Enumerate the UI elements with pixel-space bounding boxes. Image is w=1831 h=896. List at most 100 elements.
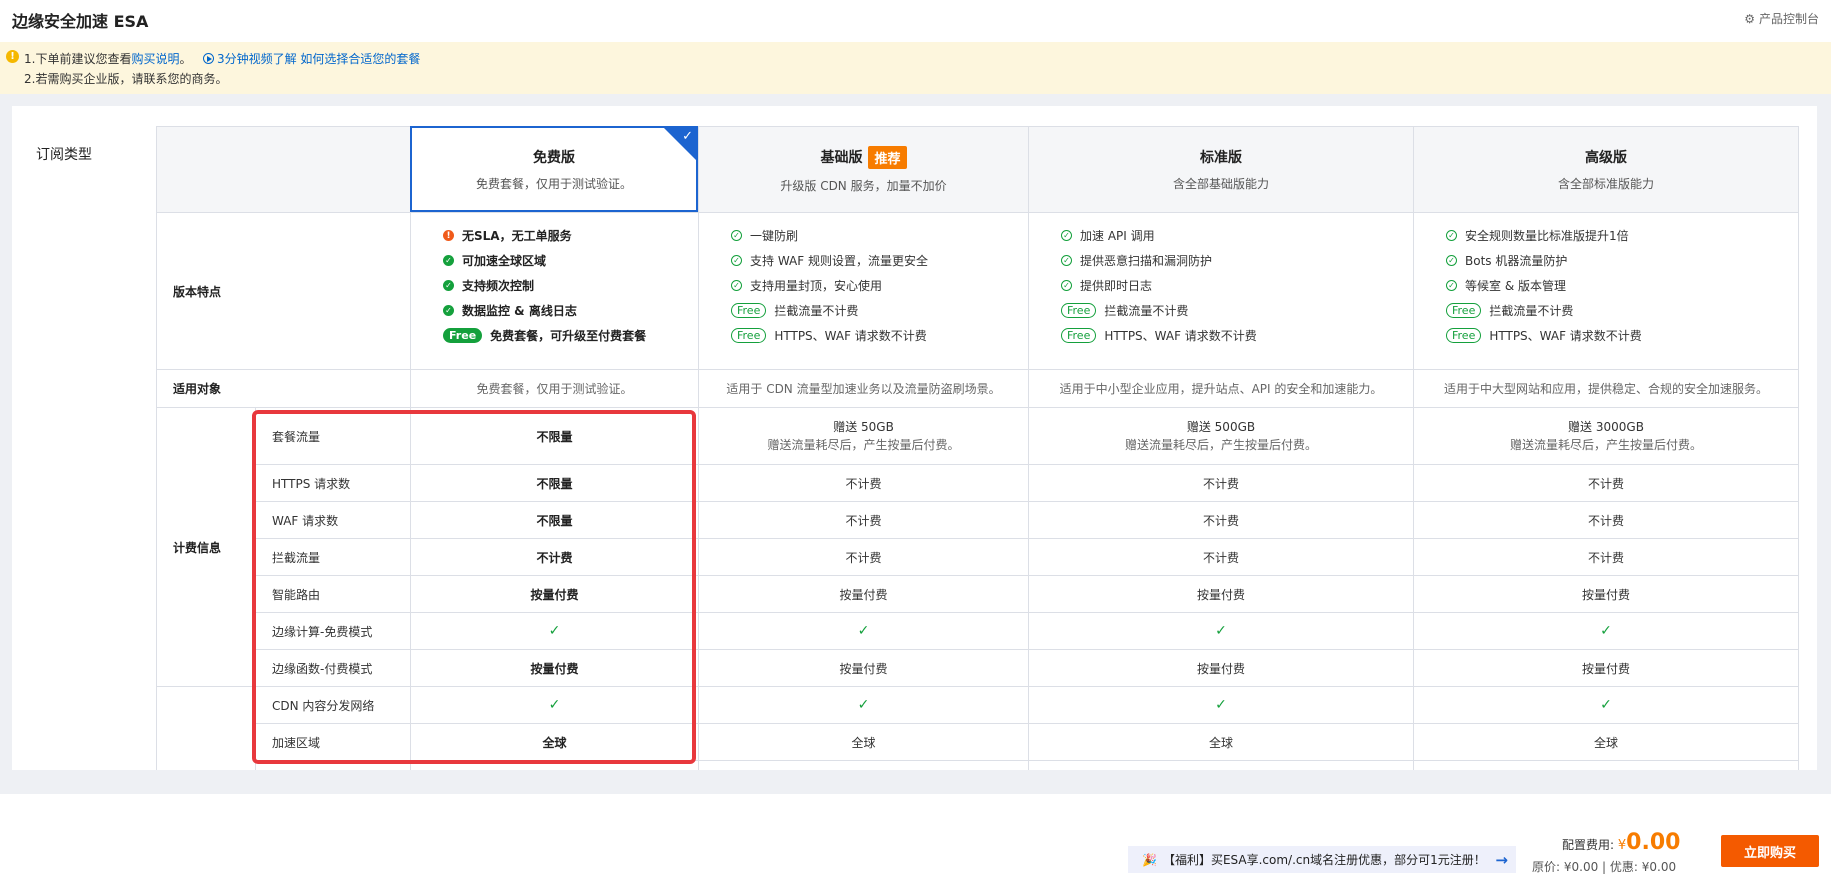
- video-link[interactable]: 3分钟视频了解 如何选择合适您的套餐: [202, 52, 421, 66]
- notice-line-1: 1.下单前建议您查看购买说明。 3分钟视频了解 如何选择合适您的套餐: [24, 50, 420, 67]
- feature-item: ✓ 提供恶意扫描和漏洞防护: [1061, 248, 1212, 273]
- billing-cell: 不计费: [1413, 464, 1799, 501]
- check-circle-icon: ✓: [1446, 255, 1457, 266]
- row-label-features: 版本特点: [156, 212, 410, 369]
- feature-item: Free 免费套餐，可升级至付费套餐: [443, 323, 646, 348]
- party-icon: 🎉: [1142, 852, 1157, 867]
- feature-item: ! 无SLA，无工单服务: [443, 223, 572, 248]
- check-circle-icon: ✓: [443, 305, 454, 316]
- row-label-network: [156, 686, 255, 770]
- feature-item: ✓ 安全规则数量比标准版提升1倍: [1446, 223, 1629, 248]
- feature-item: Free HTTPS、WAF 请求数不计费: [1446, 323, 1642, 348]
- top-bar: 边缘安全加速 ESA ⚙ 产品控制台: [0, 0, 1831, 40]
- check-circle-icon: ✓: [731, 280, 742, 291]
- check-icon: ✓: [682, 129, 693, 144]
- check-icon: ✓: [698, 612, 1028, 649]
- purchase-guide-link[interactable]: 购买说明: [131, 52, 179, 66]
- feature-cell: [1413, 760, 1799, 770]
- check-circle-icon: ✓: [731, 255, 742, 266]
- feature-cell: 全球: [1413, 723, 1799, 760]
- check-icon: ✓: [1028, 612, 1413, 649]
- free-tag: Free: [443, 328, 483, 343]
- feature-item: ✓ 提供即时日志: [1061, 273, 1152, 298]
- fee-amount: 0.00: [1626, 830, 1681, 855]
- original-price: 原价: ¥0.00 | 优惠: ¥0.00: [1532, 860, 1677, 874]
- plan-name: 基础版: [820, 150, 863, 166]
- free-tag: Free: [731, 303, 767, 318]
- billing-cell: 赠送 500GB 赠送流量耗尽后，产生按量后付费。: [1028, 407, 1413, 464]
- billing-cell: 不计费: [1028, 538, 1413, 575]
- notice-banner: ! 1.下单前建议您查看购买说明。 3分钟视频了解 如何选择合适您的套餐 2.若…: [0, 42, 1831, 94]
- plan-card-premium[interactable]: 高级版 含全部标准版能力: [1413, 126, 1799, 212]
- audience-cell: 免费套餐，仅用于测试验证。: [410, 369, 698, 407]
- check-circle-icon: ✓: [731, 230, 742, 241]
- billing-cell: 按量付费: [698, 649, 1028, 686]
- features-standard: ✓ 加速 API 调用 ✓ 提供恶意扫描和漏洞防护 ✓ 提供即时日志 Free 拦截流量…: [1028, 212, 1413, 369]
- console-link-label: 产品控制台: [1758, 12, 1819, 26]
- audience-cell: 适用于中小型企业应用，提升站点、API 的安全和加速能力。: [1028, 369, 1413, 407]
- check-circle-icon: ✓: [443, 255, 454, 266]
- billing-cell: 按量付费: [1413, 649, 1799, 686]
- free-tag: Free: [1061, 303, 1097, 318]
- video-link-label: 3分钟视频了解 如何选择合适您的套餐: [216, 52, 421, 66]
- free-tag: Free: [1446, 328, 1482, 343]
- notice-text: 1.下单前建议您查看: [24, 52, 132, 66]
- billing-cell: 按量付费: [1028, 649, 1413, 686]
- feature-item: ✓ 支持用量封顶，安心使用: [731, 273, 882, 298]
- alert-icon: !: [443, 230, 454, 241]
- row-label-billing: 计费信息: [156, 407, 255, 686]
- warning-icon: !: [6, 50, 19, 63]
- billing-cell: 赠送 50GB 赠送流量耗尽后，产生按量后付费。: [698, 407, 1028, 464]
- billing-cell: 不计费: [1028, 501, 1413, 538]
- free-tag: Free: [1446, 303, 1482, 318]
- promo-banner[interactable]: 🎉 【福利】买ESA享.com/.cn域名注册优惠，部分可1元注册！ →: [1128, 846, 1516, 873]
- check-icon: ✓: [698, 686, 1028, 723]
- feature-item: Free 拦截流量不计费: [1446, 298, 1573, 323]
- arrow-right-icon: →: [1495, 850, 1508, 869]
- feature-item: ✓ 可加速全球区域: [443, 248, 546, 273]
- feature-item: ✓ 等候室 & 版本管理: [1446, 273, 1566, 298]
- feature-item: ✓ 支持频次控制: [443, 273, 534, 298]
- free-tag: Free: [1061, 328, 1097, 343]
- feature-item: ✓ Bots 机器流量防护: [1446, 248, 1567, 273]
- feature-cell: 全球: [698, 723, 1028, 760]
- plan-desc: 免费套餐，仅用于测试验证。: [475, 176, 632, 191]
- plan-card-free[interactable]: ✓ 免费版 免费套餐，仅用于测试验证。: [410, 126, 698, 212]
- subscription-type-label: 订阅类型: [36, 147, 92, 163]
- plan-desc: 含全部基础版能力: [1172, 177, 1269, 191]
- feature-cell: [698, 760, 1028, 770]
- features-free: ! 无SLA，无工单服务 ✓ 可加速全球区域 ✓ 支持频次控制 ✓ 数据监控 & 离线日…: [410, 212, 698, 369]
- billing-cell: 不计费: [698, 464, 1028, 501]
- notice-line-2: 2.若需购买企业版，请联系您的商务。: [24, 72, 228, 86]
- check-circle-icon: ✓: [1446, 280, 1457, 291]
- feature-item: Free HTTPS、WAF 请求数不计费: [731, 323, 927, 348]
- footer-bar: [0, 794, 1831, 896]
- buy-now-button[interactable]: 立即购买: [1721, 835, 1819, 867]
- feature-item: ✓ 支持 WAF 规则设置，流量更安全: [731, 248, 928, 273]
- plan-card-basic[interactable]: 基础版 推荐 升级版 CDN 服务，加量不加价: [698, 126, 1028, 212]
- free-tag: Free: [731, 328, 767, 343]
- feature-cell: [1028, 760, 1413, 770]
- fee-label: 配置费用:: [1562, 838, 1615, 852]
- billing-cell: 不计费: [698, 501, 1028, 538]
- console-link[interactable]: ⚙ 产品控制台: [1744, 10, 1819, 27]
- check-icon: ✓: [1028, 686, 1413, 723]
- feature-item: Free HTTPS、WAF 请求数不计费: [1061, 323, 1257, 348]
- billing-cell: 赠送 3000GB 赠送流量耗尽后，产生按量后付费。: [1413, 407, 1799, 464]
- check-icon: ✓: [1413, 686, 1799, 723]
- audience-cell: 适用于 CDN 流量型加速业务以及流量防盗刷场景。: [698, 369, 1028, 407]
- promo-text: 【福利】买ESA享.com/.cn域名注册优惠，部分可1元注册！: [1162, 853, 1486, 867]
- features-premium: ✓ 安全规则数量比标准版提升1倍 ✓ Bots 机器流量防护 ✓ 等候室 & 版本管理…: [1413, 212, 1799, 369]
- config-fee: 配置费用: ¥ 0.00: [1562, 830, 1680, 855]
- plan-card-standard[interactable]: 标准版 含全部基础版能力: [1028, 126, 1413, 212]
- check-circle-icon: ✓: [1061, 280, 1072, 291]
- plan-name: 高级版: [1585, 150, 1627, 166]
- fee-currency: ¥: [1617, 838, 1627, 853]
- play-icon: [202, 53, 214, 64]
- billing-cell: 不计费: [1028, 464, 1413, 501]
- feature-cell: 全球: [1028, 723, 1413, 760]
- feature-item: ✓ 数据监控 & 离线日志: [443, 298, 577, 323]
- audience-cell: 适用于中大型网站和应用，提供稳定、合规的安全加速服务。: [1413, 369, 1799, 407]
- row-label-audience: 适用对象: [156, 369, 410, 407]
- check-circle-icon: ✓: [1061, 255, 1072, 266]
